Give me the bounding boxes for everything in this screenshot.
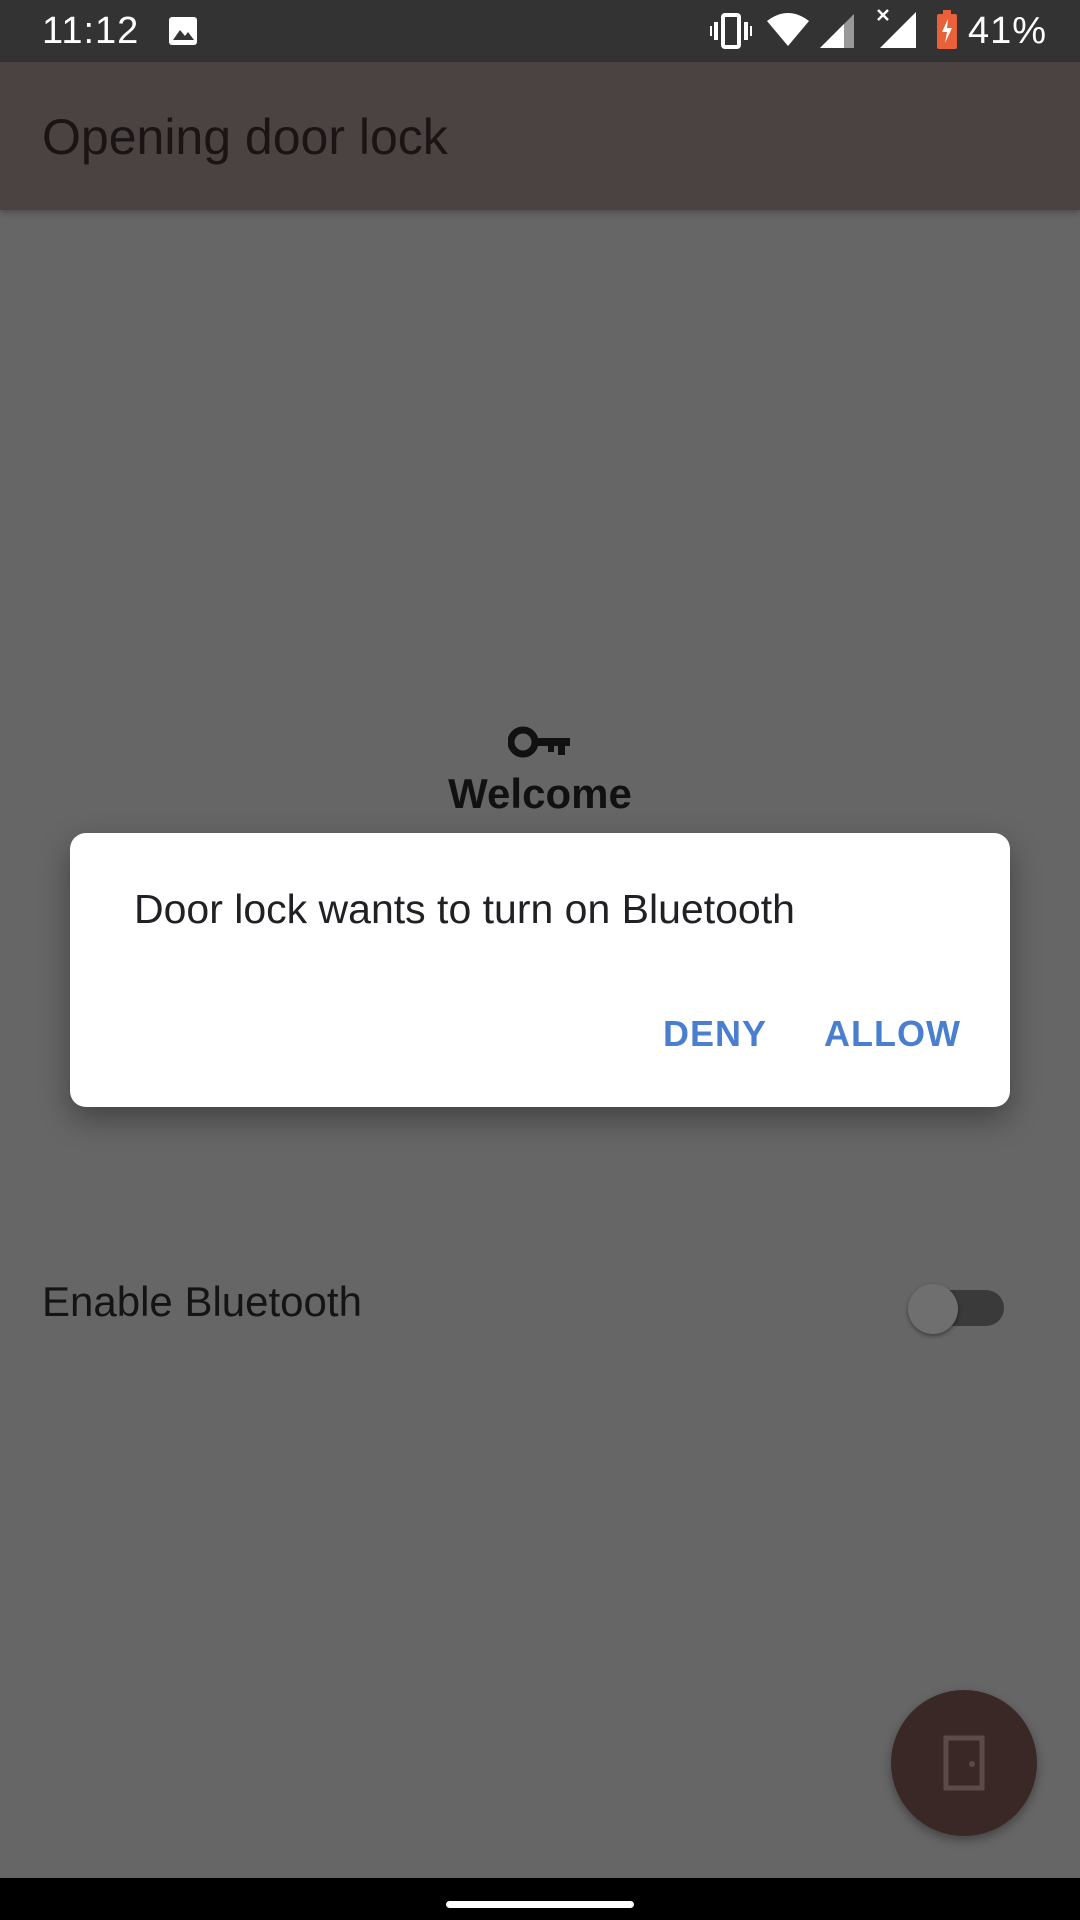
- page-title: Opening door lock: [42, 109, 448, 165]
- bluetooth-permission-dialog: Door lock wants to turn on Bluetooth DEN…: [70, 833, 1010, 1107]
- welcome-text: Welcome: [448, 770, 632, 817]
- image-icon: [169, 17, 197, 45]
- signal-icon: [820, 14, 854, 48]
- toggle-thumb: [908, 1284, 958, 1334]
- deny-button[interactable]: DENY: [663, 1013, 767, 1055]
- wifi-icon: [767, 13, 809, 46]
- home-handle[interactable]: [446, 1901, 634, 1908]
- status-bar: 11:12 41%: [0, 0, 1080, 62]
- enable-bluetooth-label: Enable Bluetooth: [42, 1278, 362, 1325]
- door-icon: [943, 1735, 985, 1791]
- open-door-button[interactable]: [891, 1690, 1037, 1836]
- dialog-message: Door lock wants to turn on Bluetooth: [134, 886, 795, 932]
- bluetooth-toggle[interactable]: [908, 1284, 1004, 1334]
- battery-percent: 41%: [968, 10, 1048, 52]
- key-icon: [508, 726, 570, 758]
- allow-button[interactable]: ALLOW: [824, 1013, 961, 1055]
- no-signal-icon: [877, 9, 916, 48]
- status-time: 11:12: [42, 10, 140, 52]
- navigation-bar: [0, 1878, 1080, 1920]
- screen: 11:12 41% Opening door lock Welcome Enab…: [0, 0, 1080, 1920]
- app-bar: Opening door lock: [0, 62, 1080, 210]
- battery-charging-icon: [937, 10, 957, 49]
- vibrate-icon: [710, 13, 752, 49]
